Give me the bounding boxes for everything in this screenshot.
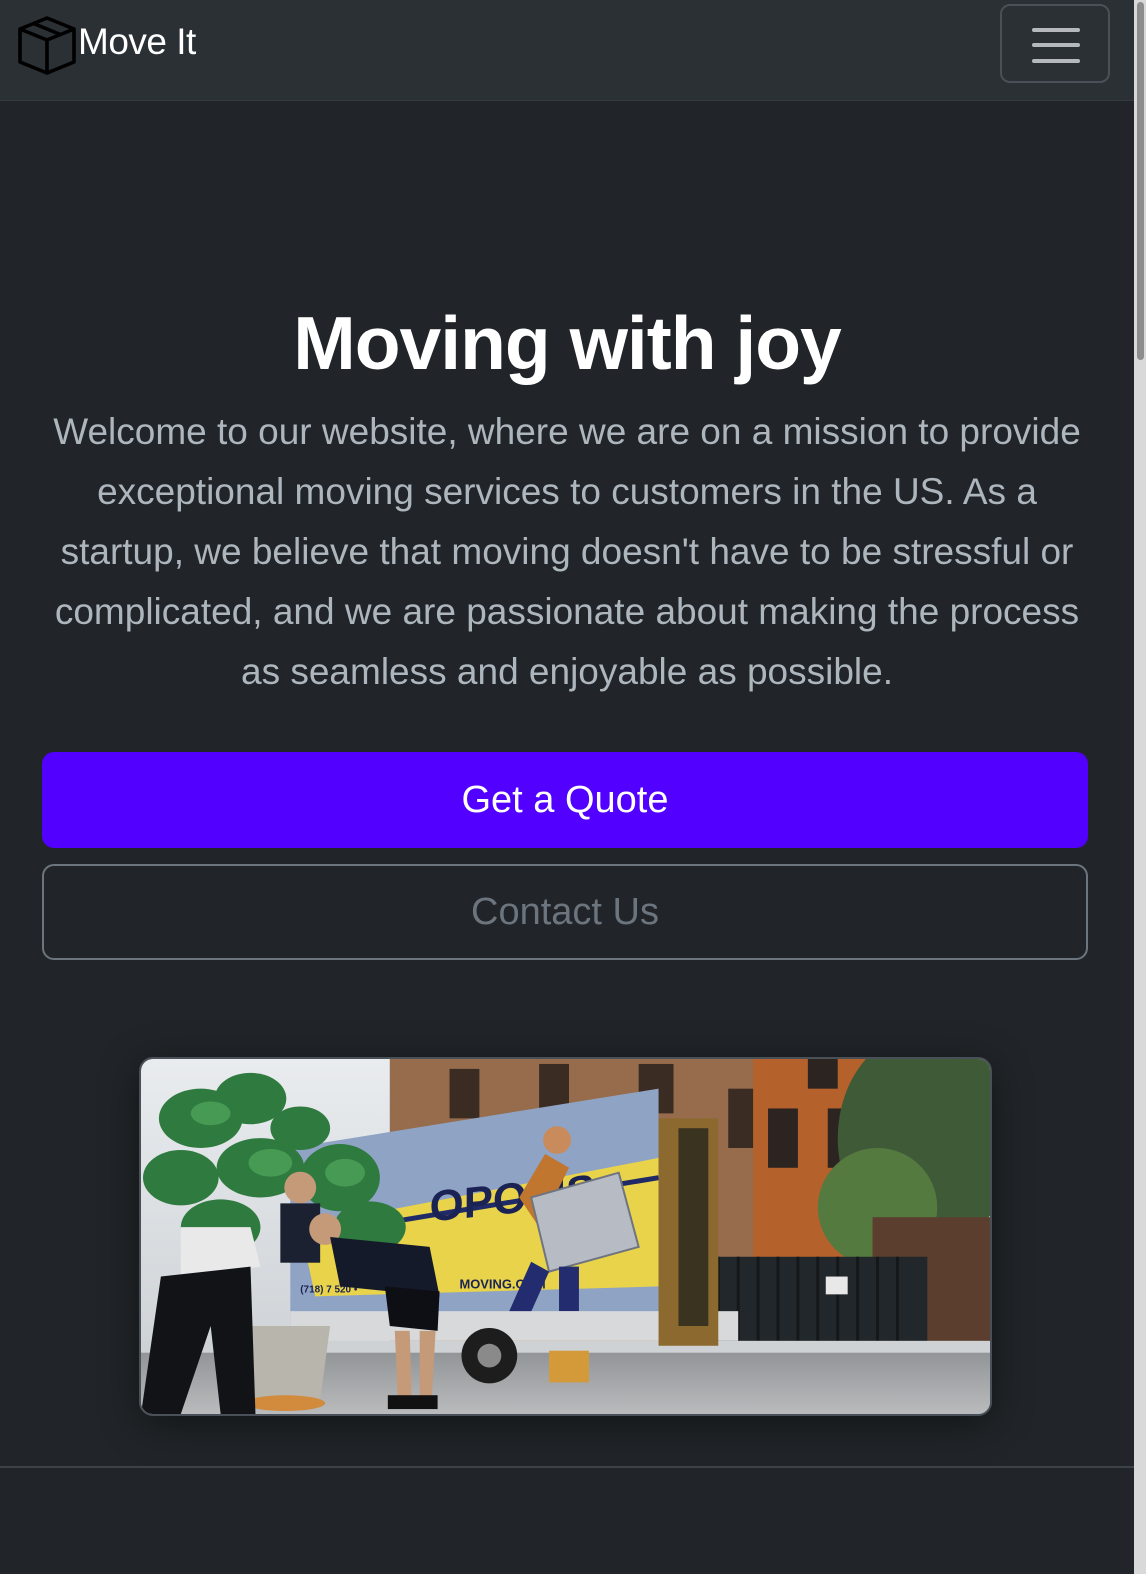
box-icon — [18, 16, 76, 75]
page: Move It Moving with joy Welcome to our w… — [0, 0, 1146, 1574]
menu-toggle-button[interactable] — [1000, 4, 1110, 83]
navbar: Move It — [0, 0, 1134, 101]
hero-title: Moving with joy — [293, 301, 841, 385]
scrollbar-thumb[interactable] — [1137, 2, 1144, 360]
get-quote-button[interactable]: Get a Quote — [42, 752, 1088, 848]
brand-link[interactable]: Move It — [16, 14, 196, 76]
moving-truck-photo: OPOLIS MOVING.COM (718) 7 520 • — [141, 1059, 990, 1414]
section-divider — [0, 1466, 1134, 1468]
contact-us-button[interactable]: Contact Us — [42, 864, 1088, 960]
brand-name: Move It — [78, 20, 196, 62]
hero-photo: OPOLIS MOVING.COM (718) 7 520 • — [139, 1057, 992, 1416]
hero-lead: Welcome to our website, where we are on … — [53, 411, 1081, 692]
